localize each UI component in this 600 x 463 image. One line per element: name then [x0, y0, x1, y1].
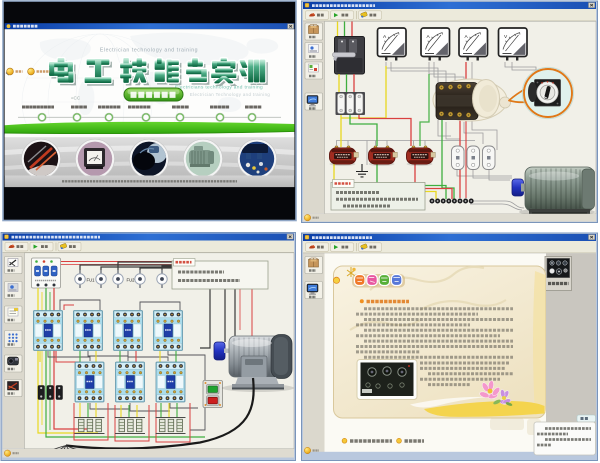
svg-text:«CC: «CC: [71, 96, 81, 101]
svg-text:Electricians technology and: Electricians technology and training: [175, 85, 263, 91]
svg-text:FU2: FU2: [127, 277, 136, 282]
svg-text:Electrician technology and tra: Electrician technology and training: [100, 48, 198, 54]
svg-text:Electrician Technology and: Electrician Technology and training: [190, 92, 271, 97]
svg-text:FU1: FU1: [87, 277, 96, 282]
